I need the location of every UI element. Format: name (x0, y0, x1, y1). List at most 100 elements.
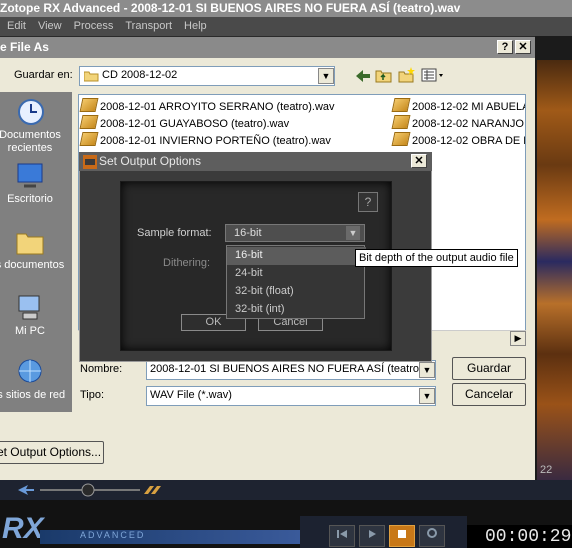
desktop-icon (17, 163, 43, 188)
option-32-bit-float[interactable]: 32-bit (float) (227, 283, 366, 301)
wav-file-icon (79, 115, 99, 129)
help-title-button[interactable]: ? (497, 40, 513, 54)
sample-format-select[interactable]: 16-bit (225, 224, 365, 242)
file-name: 2008-12-02 OBRA DE DA (412, 135, 526, 147)
file-type-select[interactable]: WAV File (*.wav) (146, 386, 436, 406)
cancel-button[interactable]: Cancelar (452, 383, 526, 406)
loop-icon (427, 528, 437, 538)
current-folder: CD 2008-12-02 (102, 69, 178, 81)
menu-process[interactable]: Process (74, 20, 114, 32)
option-16-bit[interactable]: 16-bit (227, 247, 366, 265)
spectrogram-number: 22 (540, 464, 553, 476)
scroll-right-icon[interactable]: ▶ (510, 331, 526, 346)
logo-rx: RX (2, 512, 44, 545)
file-name: 2008-12-01 GUAYABOSO (teatro).wav (100, 118, 290, 130)
view-menu-icon[interactable] (421, 67, 445, 83)
menu-view[interactable]: View (38, 20, 62, 32)
file-item[interactable]: 2008-12-01 INVIERNO PORTEÑO (teatro).wav (79, 132, 331, 147)
option-24-bit[interactable]: 24-bit (227, 265, 366, 283)
file-name: 2008-12-02 NARANJO E (412, 118, 526, 130)
menu-edit[interactable]: Edit (7, 20, 26, 32)
place-desktop-label: Escritorio (7, 193, 53, 205)
file-item[interactable]: 2008-12-01 GUAYABOSO (teatro).wav (79, 115, 290, 130)
sample-format-label: Sample format: (137, 227, 212, 239)
place-my-documents[interactable]: s documentos (0, 228, 66, 272)
place-recent[interactable]: Documentos recientes (0, 98, 66, 155)
chevron-down-icon[interactable]: ▼ (318, 68, 334, 84)
sample-format-dropdown: 16-bit 24-bit 32-bit (float) 32-bit (int… (226, 245, 366, 319)
skip-back-icon (337, 530, 347, 538)
file-item[interactable]: 2008-12-02 MI ABUELA I (391, 98, 526, 113)
place-network[interactable]: is sitios de red (0, 358, 66, 402)
save-button[interactable]: Guardar (452, 357, 526, 380)
menu-bar: Edit View Process Transport Help (0, 17, 572, 36)
back-icon[interactable] (354, 68, 372, 84)
tooltip: Bit depth of the output audio file (355, 249, 518, 267)
set-output-options-button[interactable]: et Output Options... (0, 441, 104, 464)
save-in-label: Guardar en: (14, 69, 73, 81)
file-name-label: Nombre: (80, 363, 123, 375)
wav-file-icon (79, 98, 99, 112)
spectrogram[interactable] (537, 60, 572, 480)
file-name-input[interactable]: 2008-12-01 SI BUENOS AIRES NO FUERA ASÍ … (146, 360, 436, 380)
folder-combo[interactable]: CD 2008-12-02 ▼ (79, 66, 335, 86)
wav-file-icon (391, 132, 411, 146)
places-bar: Documentos recientes Escritorio s docume… (0, 92, 72, 412)
dithering-label: Dithering: (163, 257, 211, 269)
file-name: 2008-12-01 INVIERNO PORTEÑO (teatro).wav (100, 135, 331, 147)
speaker-icon (18, 485, 34, 495)
place-my-pc-label: Mi PC (15, 325, 45, 337)
output-options-title: Set Output Options (99, 154, 202, 168)
volume-slider[interactable] (14, 482, 164, 498)
menu-transport[interactable]: Transport (125, 20, 172, 32)
my-documents-icon (16, 233, 44, 255)
rx-logo: RX ADVANCED (0, 508, 300, 548)
speed-icon (144, 486, 161, 494)
file-item[interactable]: 2008-12-02 OBRA DE DA (391, 132, 526, 147)
wav-file-icon (79, 132, 99, 146)
wav-file-icon (391, 98, 411, 112)
file-name: 2008-12-01 ARROYITO SERRANO (teatro).wav (100, 101, 335, 113)
new-folder-icon[interactable] (398, 66, 416, 84)
my-pc-icon (18, 295, 40, 320)
rx-app-icon (83, 155, 97, 169)
output-options-title-bar: Set Output Options (79, 152, 432, 171)
stop-icon (398, 530, 406, 538)
play-button[interactable] (359, 525, 385, 547)
place-recent-label: Documentos recientes (0, 129, 61, 154)
place-desktop[interactable]: Escritorio (0, 162, 66, 206)
file-name: 2008-12-02 MI ABUELA I (412, 101, 526, 113)
close-icon: ✕ (518, 41, 528, 53)
folder-icon (84, 71, 99, 82)
place-my-documents-label: s documentos (0, 259, 65, 271)
help-button[interactable]: ? (358, 192, 378, 212)
chevron-down-icon[interactable]: ▼ (346, 226, 360, 240)
slider-thumb[interactable] (81, 483, 95, 497)
loop-button[interactable] (419, 525, 445, 547)
file-type-label: Tipo: (80, 389, 105, 401)
logo-sub: ADVANCED (80, 530, 146, 540)
stop-button[interactable] (389, 525, 415, 547)
file-item[interactable]: 2008-12-01 ARROYITO SERRANO (teatro).wav (79, 98, 335, 113)
chevron-down-icon[interactable]: ▼ (419, 388, 435, 404)
help-icon: ? (501, 41, 509, 53)
place-network-label: is sitios de red (0, 389, 66, 401)
app-title-bar: Zotope RX Advanced - 2008-12-01 SI BUENO… (0, 0, 572, 17)
close-title-button[interactable]: ✕ (515, 40, 531, 54)
chevron-down-icon[interactable]: ▼ (419, 362, 435, 378)
menu-help[interactable]: Help (184, 20, 207, 32)
file-item[interactable]: 2008-12-02 NARANJO E (391, 115, 526, 130)
timecode-display: 00:00:29. (467, 525, 572, 548)
play-icon (369, 530, 376, 538)
place-my-pc[interactable]: Mi PC (0, 294, 66, 338)
save-dialog-title-bar: e File As (0, 37, 535, 58)
output-close-button[interactable]: ✕ (411, 154, 427, 168)
up-folder-icon[interactable] (375, 67, 393, 84)
help-icon: ? (364, 195, 372, 209)
wav-file-icon (391, 115, 411, 129)
app-title: Zotope RX Advanced - 2008-12-01 SI BUENO… (0, 1, 461, 15)
recent-documents-icon (18, 99, 44, 125)
save-dialog-title: e File As (0, 40, 49, 54)
option-32-bit-int[interactable]: 32-bit (int) (227, 301, 366, 319)
skip-back-button[interactable] (329, 525, 355, 547)
